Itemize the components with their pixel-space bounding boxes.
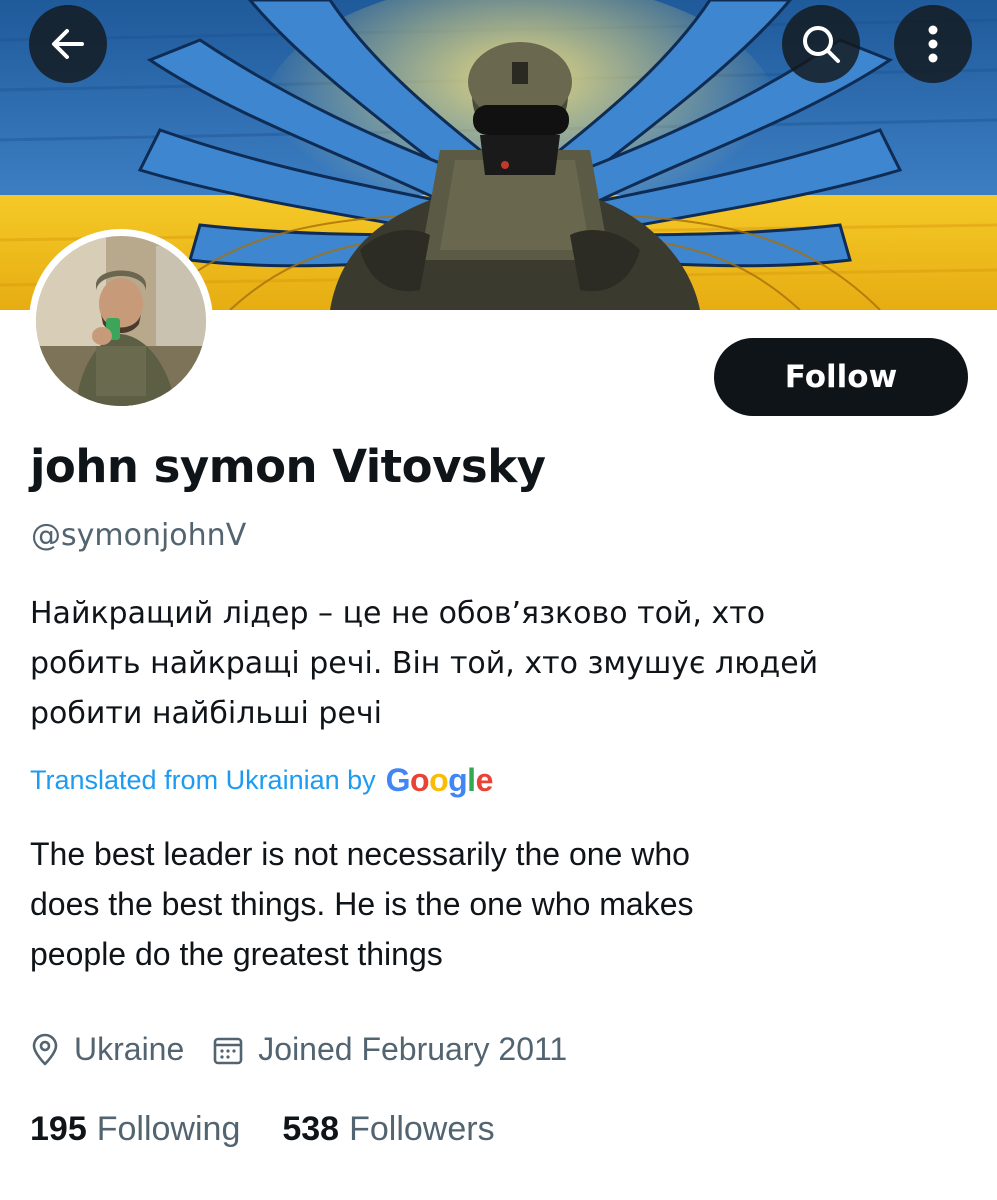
avatar-image — [36, 236, 206, 406]
follow-stats: 195 Following 538 Followers — [30, 1110, 537, 1149]
user-handle: @symonjohnV — [31, 518, 247, 553]
calendar-icon — [213, 1037, 243, 1064]
location-pin-icon — [32, 1033, 58, 1065]
bio-line: робити найбільші речі — [30, 696, 382, 731]
more-options-button[interactable] — [894, 5, 972, 83]
followers-label: Followers — [349, 1110, 495, 1148]
google-letter: G — [385, 762, 411, 798]
google-letter: e — [475, 762, 494, 798]
location-text: Ukraine — [74, 1031, 185, 1067]
join-date: Joined February 2011 — [212, 1031, 567, 1068]
search-button[interactable] — [782, 5, 860, 83]
google-letter: g — [448, 762, 468, 798]
bio-translated-line: people do the greatest things — [30, 936, 443, 972]
following-link[interactable]: 195 Following — [30, 1110, 240, 1149]
google-letter: o — [410, 762, 430, 798]
follow-button[interactable]: Follow — [714, 338, 968, 416]
translation-attribution[interactable]: Translated from Ukrainian by Google — [30, 762, 493, 799]
join-date-text: Joined February 2011 — [258, 1031, 568, 1067]
followers-link[interactable]: 538 Followers — [282, 1110, 494, 1149]
google-letter: o — [429, 762, 449, 798]
bio-line: робить найкращі речі. Він той, хто змушу… — [30, 646, 819, 681]
translated-from-label: Translated from Ukrainian by — [30, 765, 376, 795]
more-vertical-icon — [928, 25, 938, 63]
arrow-left-icon — [52, 29, 84, 59]
avatar[interactable] — [29, 229, 213, 413]
google-letter: l — [467, 762, 476, 798]
bio-original: Найкращий лідер – це не обов’язково той,… — [30, 589, 960, 739]
following-count: 195 — [30, 1110, 87, 1148]
bio-line: Найкращий лідер – це не обов’язково той,… — [30, 596, 766, 631]
profile-meta: Ukraine Joined February 2011 — [30, 1031, 595, 1068]
bio-translated-line: The best leader is not necessarily the o… — [30, 836, 690, 872]
following-label: Following — [96, 1110, 241, 1148]
bio-translated: The best leader is not necessarily the o… — [30, 829, 960, 979]
followers-count: 538 — [282, 1110, 340, 1148]
bio-translated-line: does the best things. He is the one who … — [30, 886, 694, 922]
back-button[interactable] — [29, 5, 107, 83]
display-name: john symon Vitovsky — [30, 440, 546, 493]
search-icon — [803, 26, 840, 63]
google-logo: Google — [385, 762, 494, 799]
location: Ukraine — [30, 1031, 184, 1068]
